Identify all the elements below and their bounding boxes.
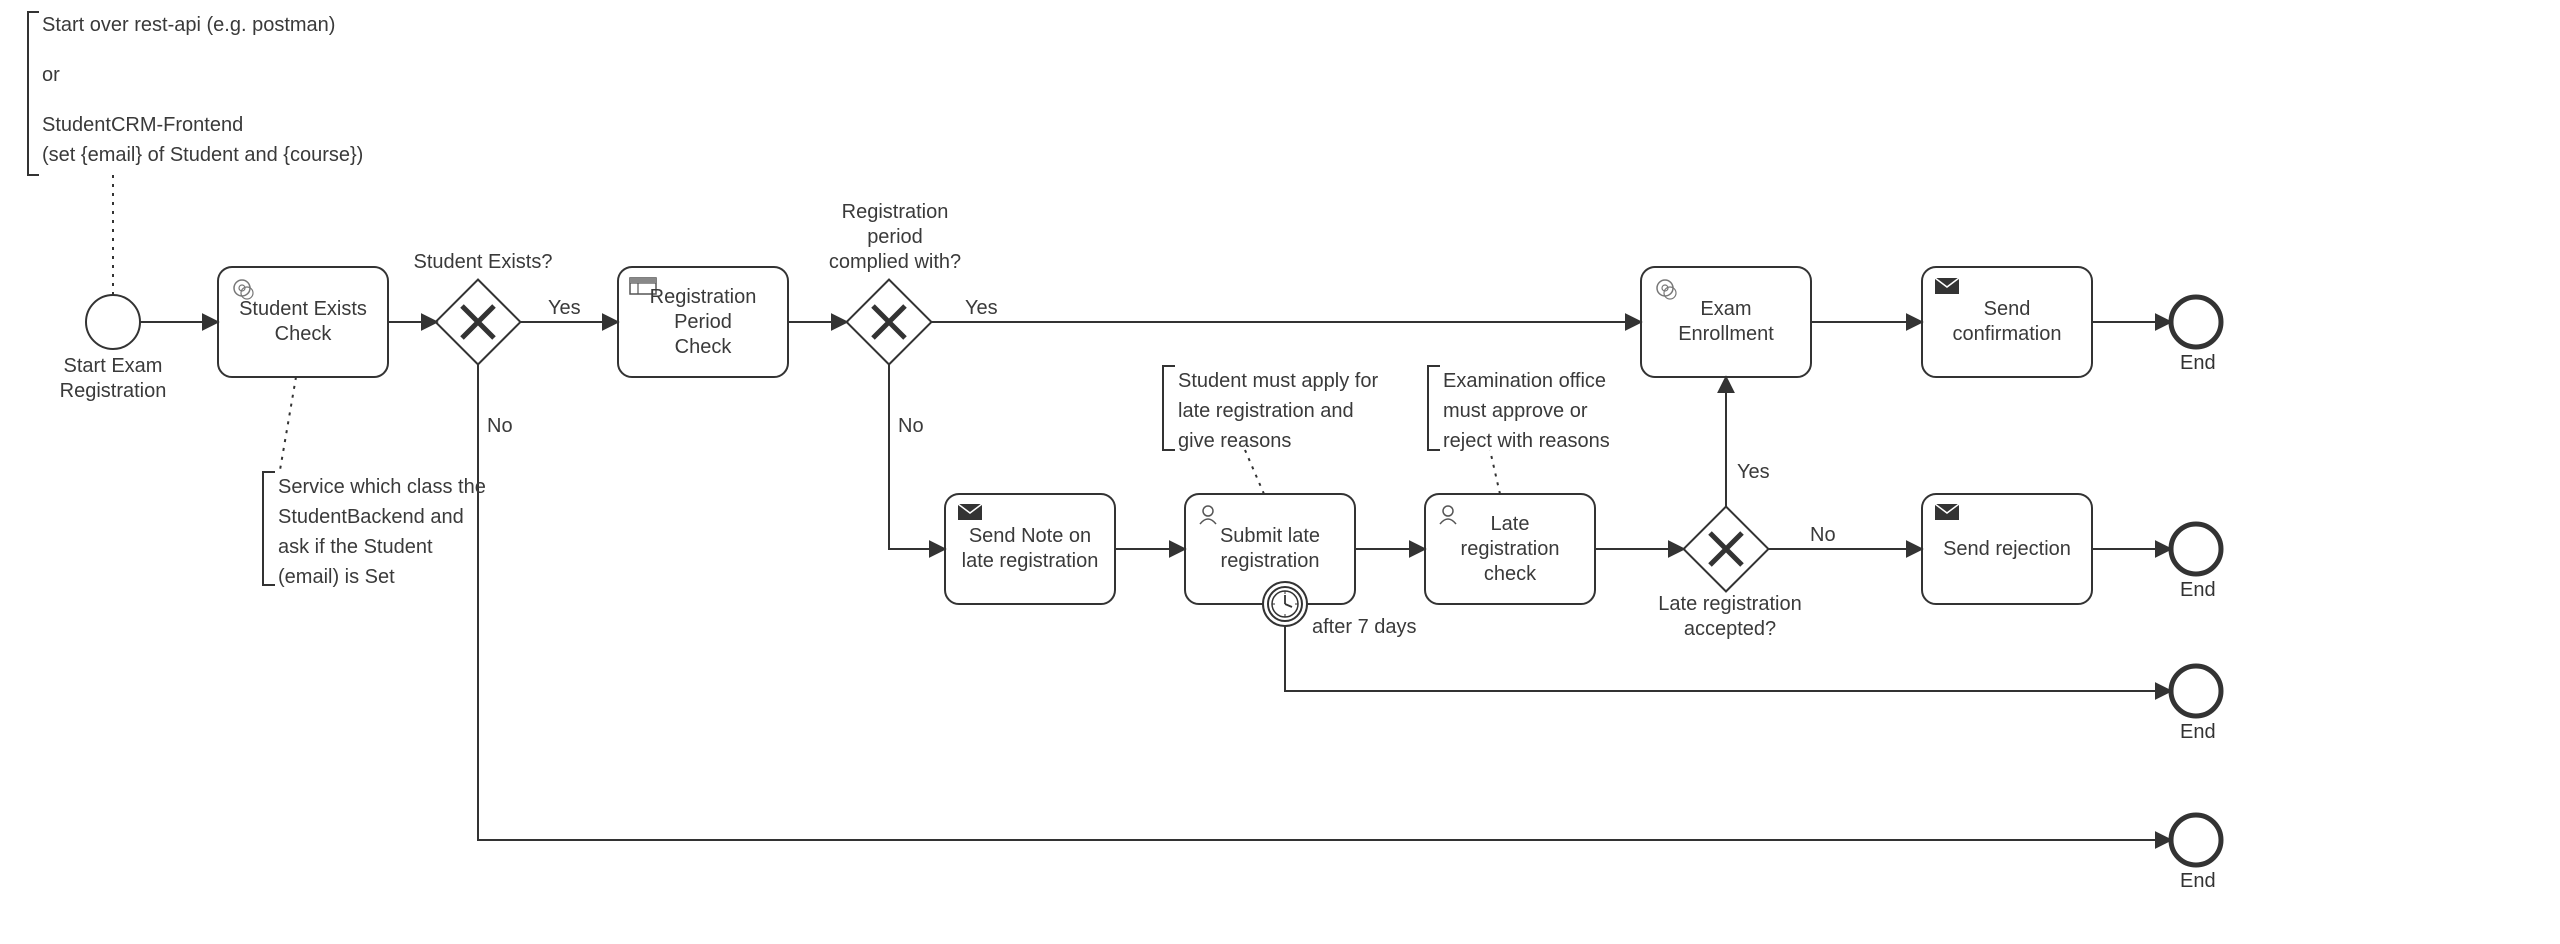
boundary-timer-event[interactable] bbox=[1263, 582, 1307, 626]
task-exam-enrollment[interactable] bbox=[1641, 267, 1811, 377]
start-event[interactable] bbox=[86, 295, 140, 349]
gateway-student-exists[interactable] bbox=[436, 280, 521, 365]
send-task-icon bbox=[1935, 278, 1959, 294]
end-event-4[interactable] bbox=[2171, 815, 2221, 865]
flow bbox=[1285, 626, 2171, 691]
annotation-bracket bbox=[28, 12, 39, 175]
end-event-1[interactable] bbox=[2171, 297, 2221, 347]
end-event-3[interactable] bbox=[2171, 666, 2221, 716]
association bbox=[1490, 450, 1500, 494]
gateway-late-accepted[interactable] bbox=[1684, 507, 1769, 592]
end-label-4: End bbox=[2180, 870, 2216, 893]
send-task-icon bbox=[1935, 504, 1959, 520]
end-event-2[interactable] bbox=[2171, 524, 2221, 574]
annotation-top-left-line4: (set {email} of Student and {course}) bbox=[42, 140, 363, 170]
annotation-top-left-line1: Start over rest-api (e.g. postman) bbox=[42, 10, 335, 40]
send-task-icon bbox=[958, 504, 982, 520]
association bbox=[1245, 450, 1264, 494]
annotation-student-exists-service: Service which class the StudentBackend a… bbox=[278, 472, 508, 592]
service-task-icon bbox=[1657, 280, 1676, 299]
end-label-3: End bbox=[2180, 721, 2216, 744]
end-label-1: End bbox=[2180, 352, 2216, 375]
annotation-top-left-line2: or bbox=[42, 60, 60, 90]
annotation-bracket bbox=[1163, 366, 1175, 450]
user-task-icon bbox=[1440, 506, 1456, 524]
flow bbox=[889, 364, 945, 549]
gateway-registration-period[interactable] bbox=[847, 280, 932, 365]
task-student-exists-check[interactable] bbox=[218, 267, 388, 377]
annotation-top-left-line3: StudentCRM-Frontend bbox=[42, 110, 243, 140]
service-task-icon bbox=[234, 280, 253, 299]
business-rule-icon bbox=[630, 278, 656, 294]
user-task-icon bbox=[1200, 506, 1216, 524]
annotation-bracket bbox=[1428, 366, 1440, 450]
annotation-bracket bbox=[263, 472, 275, 585]
association bbox=[280, 377, 296, 470]
task-late-registration-check[interactable] bbox=[1425, 494, 1595, 604]
annotation-submit-late: Student must apply for late registration… bbox=[1178, 366, 1428, 456]
end-label-2: End bbox=[2180, 579, 2216, 602]
annotation-late-check: Examination office must approve or rejec… bbox=[1443, 366, 1663, 456]
